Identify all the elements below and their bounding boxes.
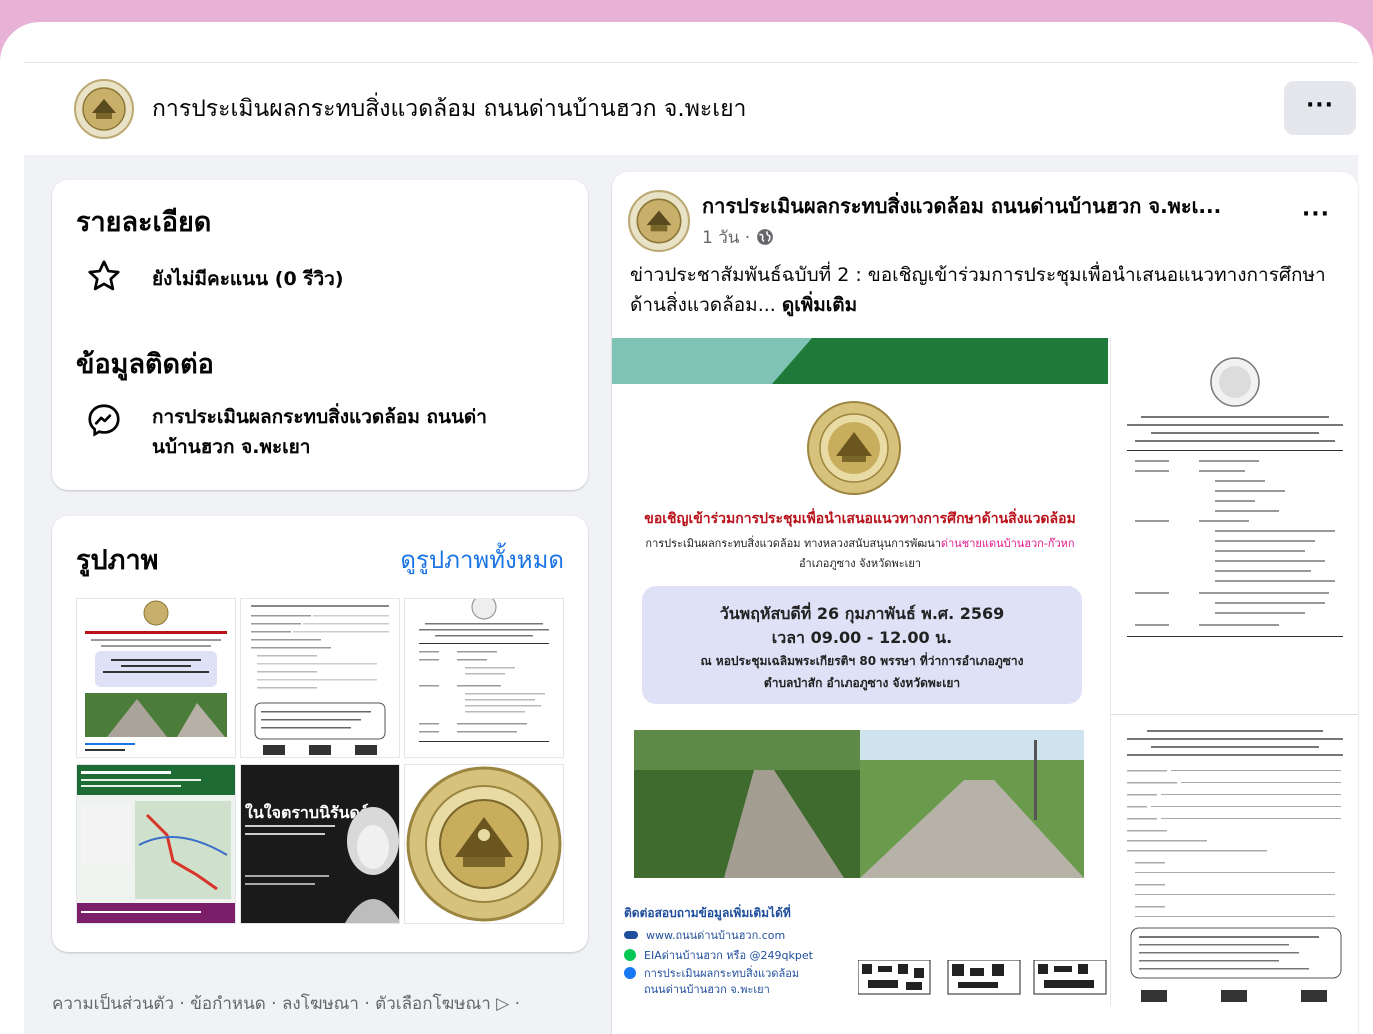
line-app-icon xyxy=(624,949,636,961)
post-time-text: 1 วัน · xyxy=(702,228,751,248)
contact-heading: ข้อมูลติดต่อ xyxy=(76,349,214,380)
post-body: ข่าวประชาสัมพันธ์ฉบับที่ 2 : ขอเชิญเข้าร… xyxy=(630,260,1342,320)
registration-form-image xyxy=(241,599,399,757)
footer-links[interactable]: ความเป็นส่วนตัว · ข้อกำหนด · ลงโฆษณา · ต… xyxy=(52,990,520,1017)
flyer-contact-fb-line1: การประเมินผลกระทบสิ่งแวดล้อม xyxy=(644,967,800,980)
flyer-subtitle-text: การประเมินผลกระทบสิ่งแวดล้อม ทางหลวงสนับ… xyxy=(645,537,941,550)
browser-frame: การประเมินผลกระทบสิ่งแวดล้อม ถนนด่านบ้าน… xyxy=(0,22,1373,1034)
photo-thumbnail-5[interactable]: ในใจตราบนิรันดร์ xyxy=(240,764,400,924)
flyer-contact-web: www.ถนนด่านบ้านฮวก.com xyxy=(624,926,785,944)
department-of-highways-logo[interactable] xyxy=(74,79,134,139)
messenger-link-line2: นบ้านฮวก จ.พะเยา xyxy=(152,436,311,458)
flyer-banner-graphic xyxy=(612,338,1108,384)
see-more-link[interactable]: ดูเพิ่มเติม xyxy=(782,294,857,316)
details-heading: รายละเอียด xyxy=(76,207,212,238)
flyer-thumbnail-image xyxy=(77,599,235,757)
photo-thumbnail-3[interactable] xyxy=(404,598,564,758)
flyer-contact-web-text: www.ถนนด่านบ้านฮวก.com xyxy=(646,929,786,942)
details-card: รายละเอียด ยังไม่มีคะแนน (0 รีวิว) ข้อมู… xyxy=(52,180,588,490)
photos-card: รูปภาพ ดูรูปภาพทั้งหมด ในใจตราบนิรันดร์ xyxy=(52,516,588,952)
photo-thumbnail-2[interactable] xyxy=(240,598,400,758)
photos-heading: รูปภาพ xyxy=(76,545,159,576)
flyer-event-location: ตำบลป่าสัก อำเภอภูซาง จังหวัดพะเยา xyxy=(763,676,961,690)
post-author-avatar[interactable] xyxy=(628,190,690,252)
globe-icon xyxy=(756,229,773,245)
flyer-subtitle-highlight: ด่านชายแดนบ้านฮวก-ก๊วหก xyxy=(940,537,1075,550)
flyer-contact-line: EIAด่านบ้านฮวก หรือ @249qkpet xyxy=(624,946,813,964)
project-map-image xyxy=(77,765,235,923)
flyer-event-box: วันพฤหัสบดีที่ 26 กุมภาพันธ์ พ.ศ. 2569 เ… xyxy=(642,586,1082,704)
messenger-icon xyxy=(88,404,120,437)
agenda-document-image xyxy=(405,599,563,757)
post-timestamp[interactable]: 1 วัน · xyxy=(702,224,774,251)
post-card: การประเมินผลกระทบสิ่งแวดล้อม ถนนด่านบ้าน… xyxy=(612,172,1358,1034)
flyer-subtitle: การประเมินผลกระทบสิ่งแวดล้อม ทางหลวงสนับ… xyxy=(612,534,1108,552)
messenger-link-line1: การประเมินผลกระทบสิ่งแวดล้อม ถนนด่า xyxy=(152,406,487,428)
agenda-and-form-documents xyxy=(1111,338,1358,1006)
flyer-headline: ขอเชิญเข้าร่วมการประชุมเพื่อนำเสนอแนวทาง… xyxy=(644,511,1076,527)
star-icon xyxy=(88,260,120,291)
flyer-contact-title: ติดต่อสอบถามข้อมูลเพิ่มเติมได้ที่ xyxy=(624,906,791,920)
flyer-event-venue: ณ หอประชุมเฉลิมพระเกียรติฯ 80 พรรษา ที่ว… xyxy=(700,654,1024,668)
flyer-event-date: วันพฤหัสบดีที่ 26 กุมภาพันธ์ พ.ศ. 2569 xyxy=(719,604,1005,623)
header-more-button[interactable]: ··· xyxy=(1284,81,1356,135)
memorial-portrait-image xyxy=(245,807,399,923)
flyer-contact-line-text: EIAด่านบ้านฮวก หรือ @249qkpet xyxy=(644,949,813,962)
photo-thumbnail-4[interactable] xyxy=(76,764,236,924)
flyer-event-time: เวลา 09.00 - 12.00 น. xyxy=(771,628,953,647)
web-icon xyxy=(624,931,638,939)
qr-codes xyxy=(858,960,1107,995)
photo-thumbnail-1[interactable] xyxy=(76,598,236,758)
road-photos xyxy=(634,730,1084,878)
page-header: การประเมินผลกระทบสิ่งแวดล้อม ถนนด่านบ้าน… xyxy=(24,62,1358,155)
post-author-name[interactable]: การประเมินผลกระทบสิ่งแวดล้อม ถนนด่านบ้าน… xyxy=(702,190,1221,222)
flyer-district: อำเภอภูซาง จังหวัดพะเยา xyxy=(798,557,922,570)
department-seal-image xyxy=(405,765,563,923)
post-more-button[interactable]: ··· xyxy=(1302,202,1330,227)
facebook-icon xyxy=(624,967,636,979)
rating-text: ยังไม่มีคะแนน (0 รีวิว) xyxy=(152,268,344,290)
photo-thumbnail-6[interactable] xyxy=(404,764,564,924)
messenger-link[interactable]: การประเมินผลกระทบสิ่งแวดล้อม ถนนด่า นบ้า… xyxy=(152,402,487,462)
see-all-photos-link[interactable]: ดูรูปภาพทั้งหมด xyxy=(400,540,564,579)
post-image-documents[interactable] xyxy=(1110,338,1358,1006)
page-title: การประเมินผลกระทบสิ่งแวดล้อม ถนนด่านบ้าน… xyxy=(152,96,747,122)
post-image-flyer[interactable]: ขอเชิญเข้าร่วมการประชุมเพื่อนำเสนอแนวทาง… xyxy=(612,338,1108,1006)
post-text: ข่าวประชาสัมพันธ์ฉบับที่ 2 : ขอเชิญเข้าร… xyxy=(630,264,1326,316)
flyer-contact-fb-line2: ถนนด่านบ้านฮวก จ.พะเยา xyxy=(644,983,770,996)
flyer-contact-facebook: การประเมินผลกระทบสิ่งแวดล้อม ถนนด่านบ้าน… xyxy=(624,966,799,998)
department-of-highways-seal xyxy=(807,401,901,495)
